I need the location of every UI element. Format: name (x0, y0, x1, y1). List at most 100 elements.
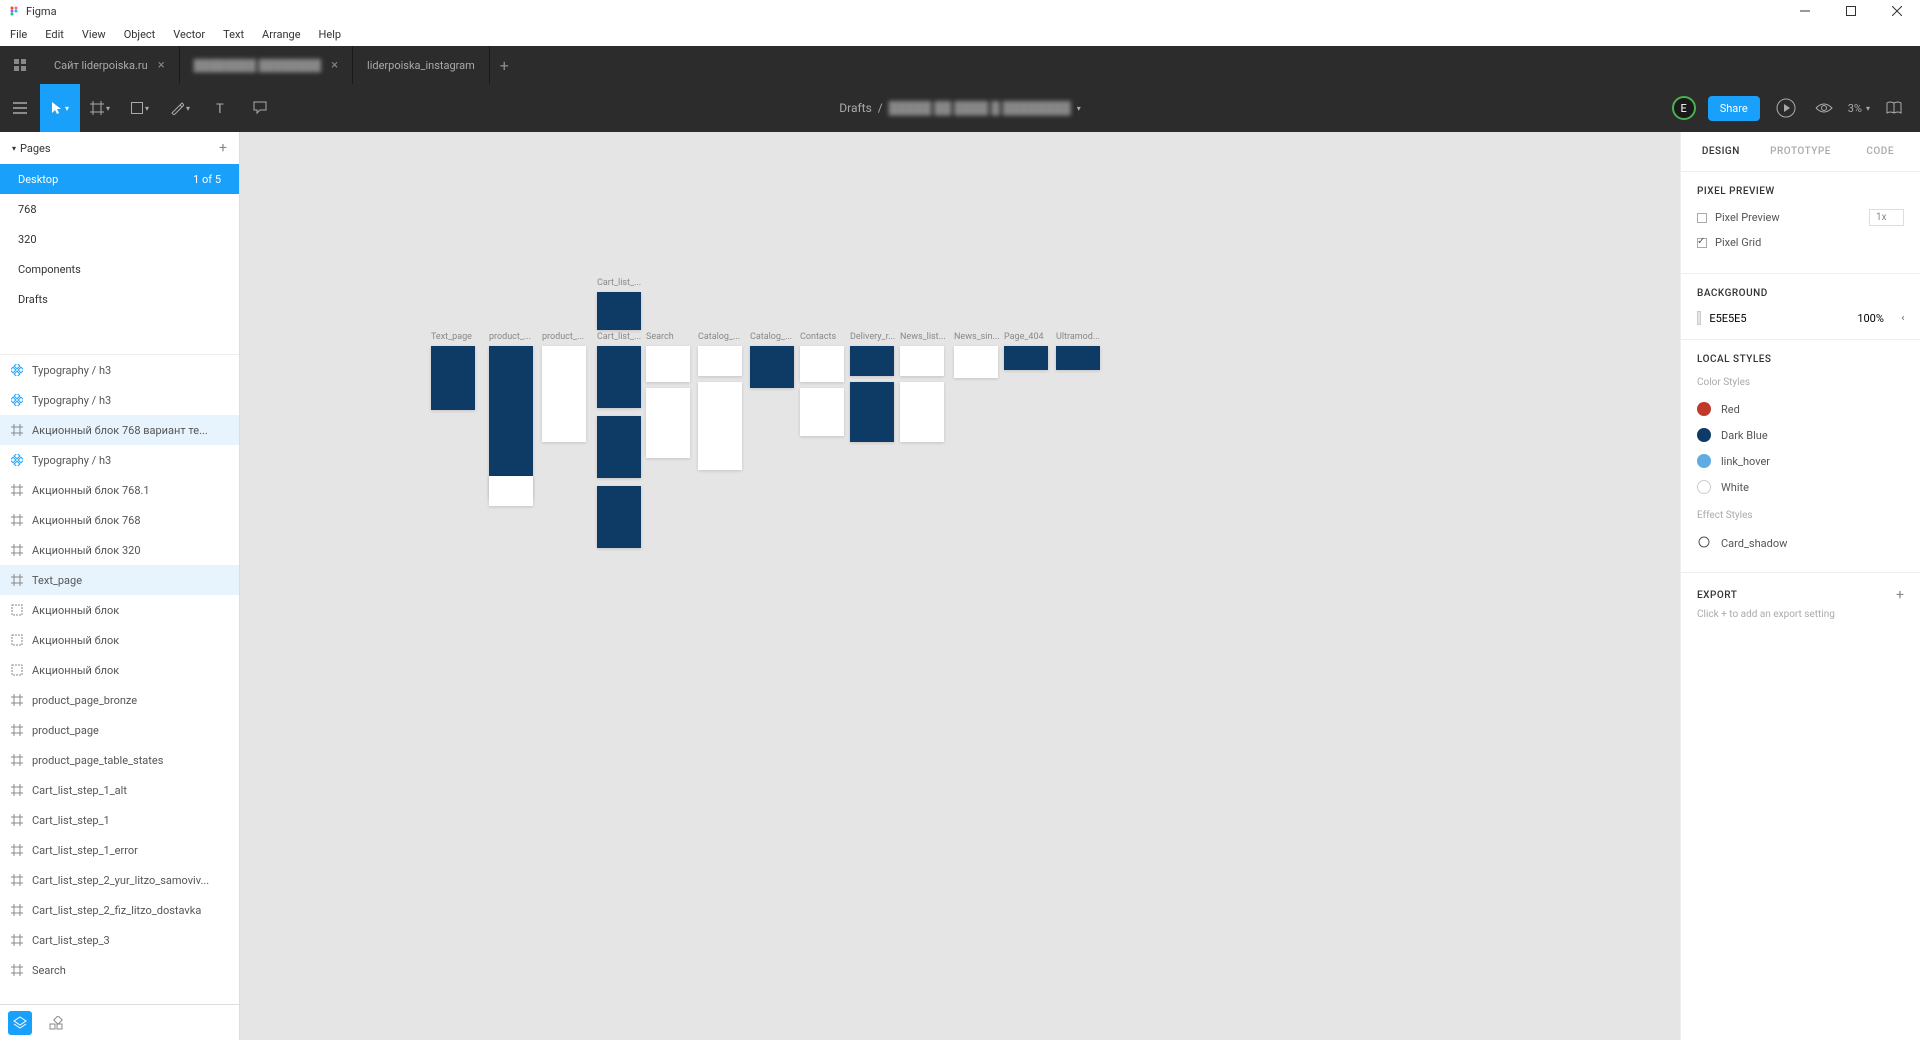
menu-arrange[interactable]: Arrange (262, 28, 300, 41)
page-item[interactable]: Components (0, 254, 239, 284)
canvas-frame[interactable] (800, 388, 844, 436)
canvas-frame[interactable]: News_list... (900, 346, 944, 376)
pixel-preview-checkbox[interactable] (1697, 213, 1707, 223)
canvas-frame[interactable] (646, 388, 690, 458)
layer-item[interactable]: product_page (0, 715, 239, 745)
menu-object[interactable]: Object (124, 28, 156, 41)
share-button[interactable]: Share (1708, 96, 1760, 121)
main-menu-button[interactable] (0, 84, 40, 132)
close-tab-icon[interactable]: × (331, 58, 338, 73)
text-tool[interactable]: T (200, 84, 240, 132)
layer-item[interactable]: Акционный блок (0, 625, 239, 655)
layers-panel-toggle[interactable] (8, 1011, 32, 1035)
canvas-frame[interactable]: Delivery_r... (850, 346, 894, 376)
layer-item[interactable]: Cart_list_step_1 (0, 805, 239, 835)
canvas-frame[interactable]: Ultramod... (1056, 346, 1100, 370)
color-style-row[interactable]: Dark Blue (1697, 422, 1904, 448)
canvas-frame[interactable] (597, 416, 641, 478)
pixel-preview-scale[interactable]: 1x (1869, 209, 1904, 226)
frame-tool[interactable]: ▾ (80, 84, 120, 132)
present-button[interactable] (1772, 84, 1800, 132)
layer-item[interactable]: product_page_bronze (0, 685, 239, 715)
canvas-frame[interactable]: News_sin... (954, 346, 998, 378)
window-minimize-button[interactable] (1782, 0, 1828, 22)
add-page-button[interactable]: + (219, 140, 227, 156)
color-style-row[interactable]: link_hover (1697, 448, 1904, 474)
canvas-frame[interactable]: Page_404 (1004, 346, 1048, 370)
window-maximize-button[interactable] (1828, 0, 1874, 22)
file-tab[interactable]: liderpoiska_instagram (353, 46, 490, 84)
file-tab[interactable]: ████████ ████████× (180, 46, 353, 84)
canvas-frame[interactable]: product_... (542, 346, 586, 442)
canvas-frame[interactable]: Text_page (431, 346, 475, 410)
menu-view[interactable]: View (82, 28, 106, 41)
layer-item[interactable]: Акционный блок 768.1 (0, 475, 239, 505)
effect-style-row[interactable]: Card_shadow (1697, 529, 1904, 558)
properties-tab-prototype[interactable]: PROTOTYPE (1761, 146, 1841, 157)
menu-edit[interactable]: Edit (45, 28, 64, 41)
menu-file[interactable]: File (10, 28, 27, 41)
layer-item[interactable]: Акционный блок (0, 595, 239, 625)
shape-tool[interactable]: ▾ (120, 84, 160, 132)
layer-item[interactable]: Cart_list_step_1_alt (0, 775, 239, 805)
layer-item[interactable]: Акционный блок 768 вариант те... (0, 415, 239, 445)
canvas-frame[interactable]: Contacts (800, 346, 844, 382)
breadcrumb[interactable]: Drafts / █████ ██ ████ █ ████████ ▾ (839, 101, 1080, 115)
canvas-frame[interactable]: Cart_list_... (597, 346, 641, 408)
background-hex-input[interactable] (1709, 312, 1849, 325)
canvas-frame[interactable]: Catalog_... (750, 346, 794, 388)
canvas[interactable]: Cart_list_...Text_pageproduct_...product… (240, 132, 1680, 1040)
properties-tab-design[interactable]: DESIGN (1681, 146, 1761, 157)
canvas-frame[interactable] (489, 476, 533, 506)
properties-tab-code[interactable]: CODE (1840, 146, 1920, 157)
user-avatar[interactable]: E (1672, 96, 1696, 120)
new-tab-button[interactable]: + (490, 56, 519, 75)
page-item[interactable]: 768 (0, 194, 239, 224)
layer-item[interactable]: Акционный блок 320 (0, 535, 239, 565)
window-close-button[interactable] (1874, 0, 1920, 22)
comment-tool[interactable] (240, 84, 280, 132)
page-item[interactable]: Drafts (0, 284, 239, 314)
layer-item[interactable]: Акционный блок (0, 655, 239, 685)
close-tab-icon[interactable]: × (158, 58, 165, 73)
canvas-frame[interactable]: Search (646, 346, 690, 382)
canvas-frame[interactable] (597, 486, 641, 548)
add-export-button[interactable]: + (1896, 587, 1904, 603)
layer-item[interactable]: Search (0, 955, 239, 985)
layer-item[interactable]: Cart_list_step_3 (0, 925, 239, 955)
home-button[interactable] (8, 53, 32, 77)
color-style-row[interactable]: White (1697, 474, 1904, 500)
page-item[interactable]: Desktop1 of 5 (0, 164, 239, 194)
zoom-level[interactable]: 3%▾ (1848, 102, 1870, 115)
layer-item[interactable]: Cart_list_step_2_yur_litzo_samoviv... (0, 865, 239, 895)
canvas-frame[interactable]: Cart_list_... (597, 292, 641, 330)
canvas-frame[interactable]: Catalog_... (698, 346, 742, 376)
layer-item[interactable]: Акционный блок 768 (0, 505, 239, 535)
pen-tool[interactable]: ▾ (160, 84, 200, 132)
move-tool[interactable]: ▾ (40, 84, 80, 132)
file-tab[interactable]: Сайт liderpoiska.ru× (40, 46, 180, 84)
color-style-row[interactable]: Red (1697, 396, 1904, 422)
canvas-frame[interactable] (850, 382, 894, 442)
layer-item[interactable]: Cart_list_step_1_error (0, 835, 239, 865)
background-color-swatch[interactable] (1697, 311, 1701, 325)
layer-item[interactable]: product_page_table_states (0, 745, 239, 775)
visibility-icon[interactable] (1901, 313, 1904, 323)
menu-help[interactable]: Help (319, 28, 342, 41)
layer-item[interactable]: Text_page (0, 565, 239, 595)
canvas-frame[interactable] (900, 382, 944, 442)
library-button[interactable] (1882, 84, 1906, 132)
menu-vector[interactable]: Vector (173, 28, 205, 41)
layer-item[interactable]: Typography / h3 (0, 355, 239, 385)
menu-text[interactable]: Text (223, 28, 244, 41)
background-opacity-input[interactable] (1857, 312, 1893, 325)
menubar: File Edit View Object Vector Text Arrange Help (0, 22, 1920, 46)
layer-item[interactable]: Typography / h3 (0, 445, 239, 475)
layer-item[interactable]: Cart_list_step_2_fiz_litzo_dostavka (0, 895, 239, 925)
layer-item[interactable]: Typography / h3 (0, 385, 239, 415)
page-item[interactable]: 320 (0, 224, 239, 254)
view-settings-button[interactable] (1812, 84, 1836, 132)
assets-panel-toggle[interactable] (44, 1011, 68, 1035)
pixel-grid-checkbox[interactable] (1697, 238, 1707, 248)
canvas-frame[interactable] (698, 382, 742, 470)
